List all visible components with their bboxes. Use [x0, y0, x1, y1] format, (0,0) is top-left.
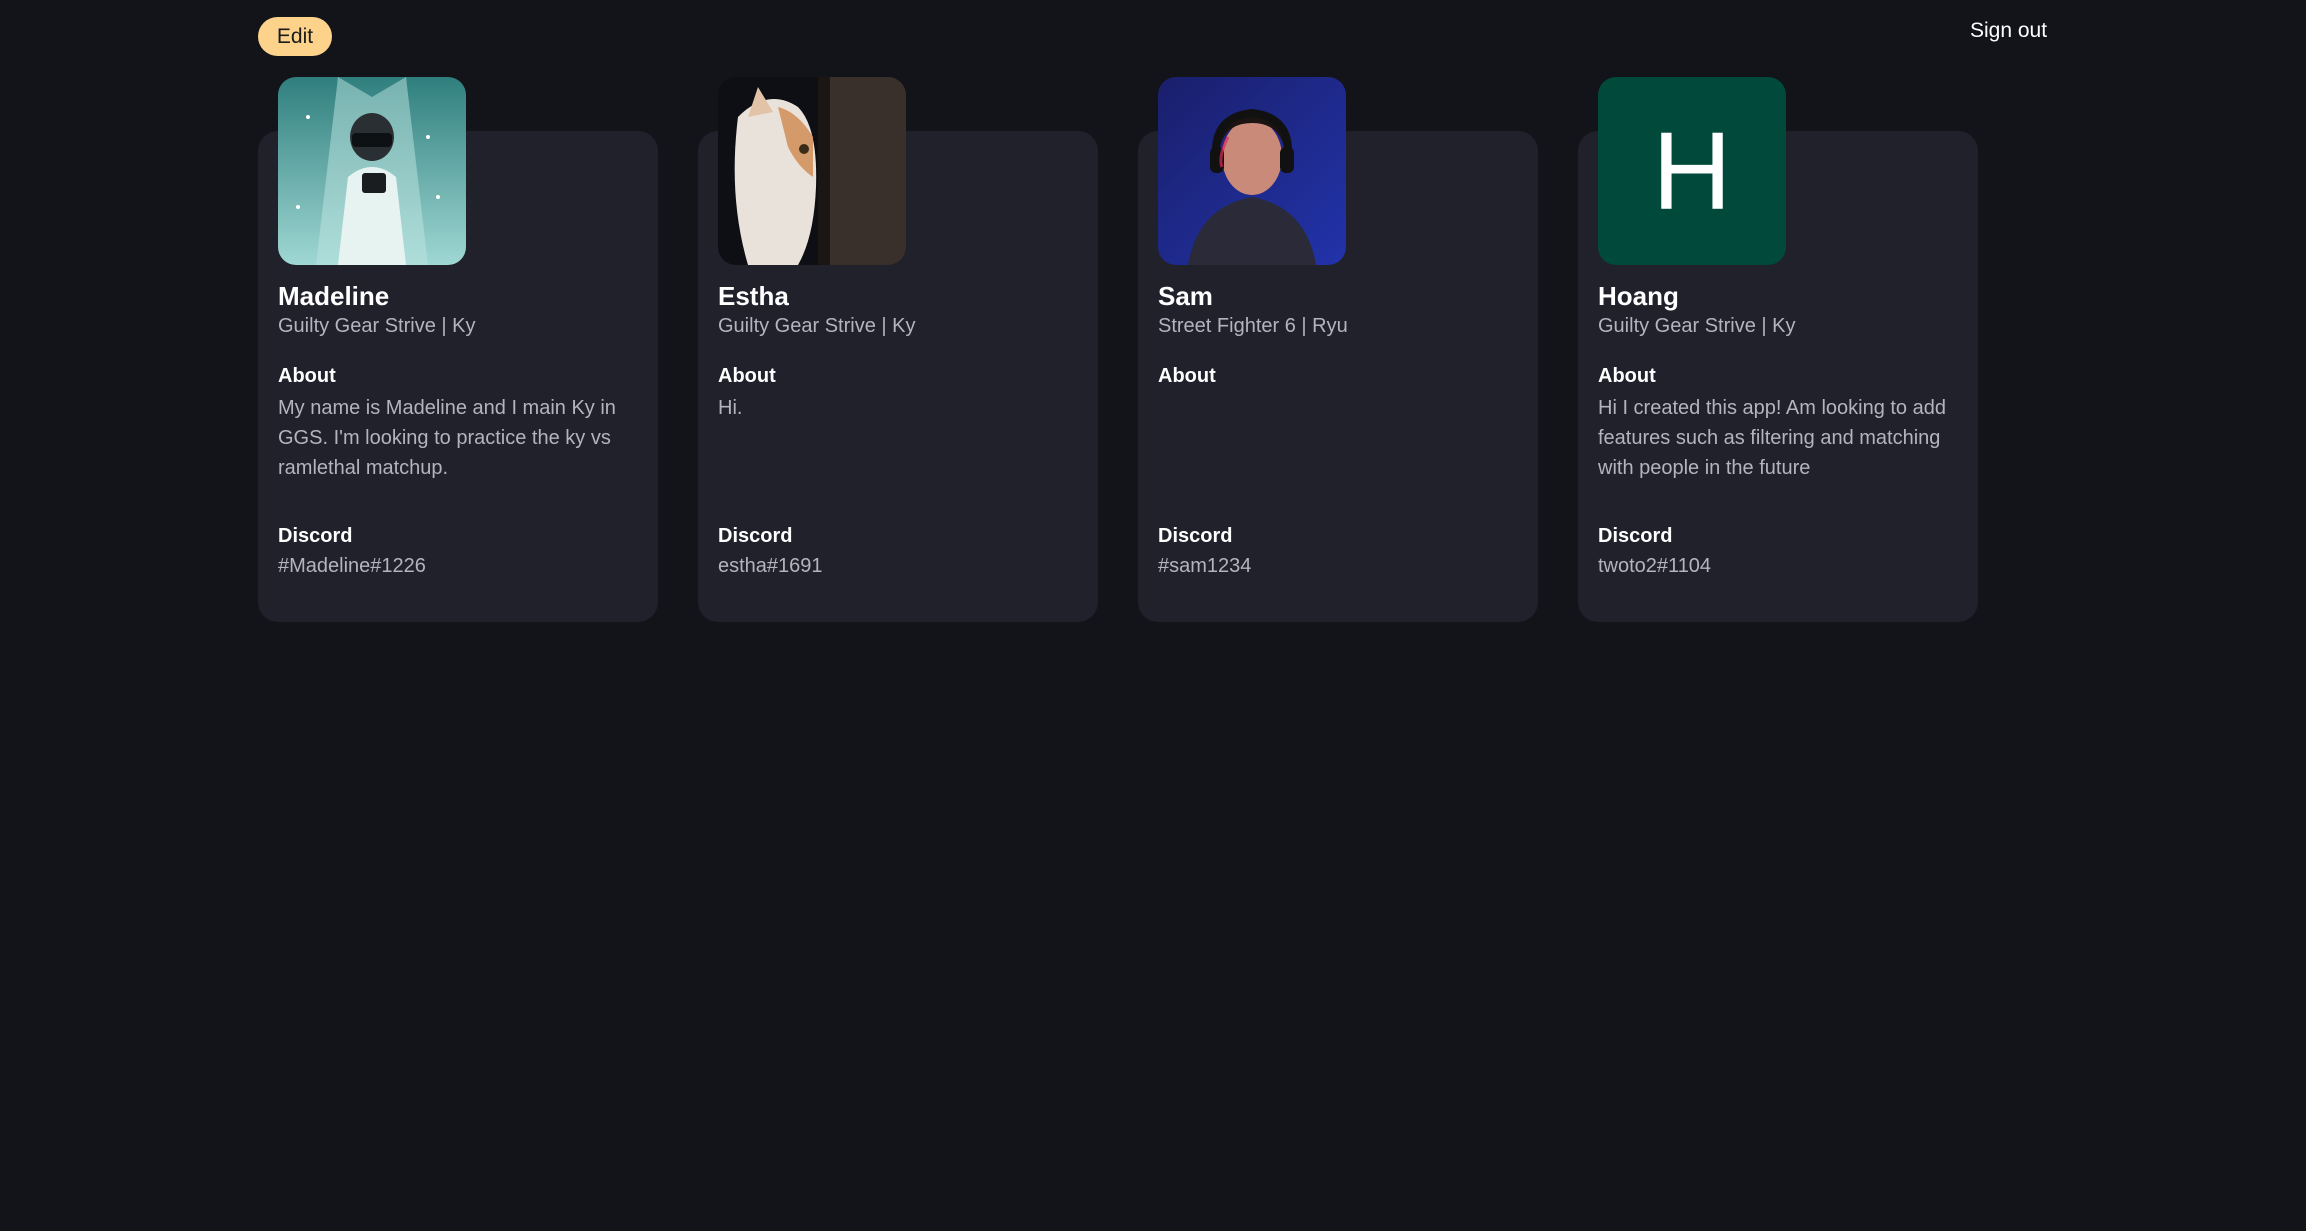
discord-label: Discord — [1598, 525, 1673, 547]
profile-avatar-sam — [1158, 77, 1346, 265]
about-label: About — [1158, 365, 1216, 387]
discord-handle: #Madeline#1226 — [278, 555, 426, 577]
about-label: About — [1598, 365, 1656, 387]
about-text: Hi. — [718, 397, 743, 419]
profile-name: Estha — [718, 281, 789, 311]
discord-label: Discord — [718, 525, 793, 547]
sign-out-link[interactable]: Sign out — [1970, 19, 2047, 43]
profile-name: Hoang — [1598, 281, 1679, 311]
profile-name: Madeline — [278, 281, 390, 311]
profile-avatar-estha — [718, 77, 906, 265]
discord-handle: #sam1234 — [1158, 555, 1252, 577]
profile-avatar-madeline — [278, 77, 466, 265]
discord-handle: estha#1691 — [718, 555, 823, 577]
profile-game: Guilty Gear Strive | Ky — [718, 315, 916, 337]
profile-name: Sam — [1158, 281, 1213, 311]
profile-game: Street Fighter 6 | Ryu — [1158, 315, 1348, 337]
profile-game: Guilty Gear Strive | Ky — [278, 315, 476, 337]
about-label: About — [718, 365, 776, 387]
discord-handle: twoto2#1104 — [1598, 555, 1712, 577]
about-text: My name is Madeline and I main Ky in GGS… — [278, 397, 616, 479]
discord-label: Discord — [278, 525, 353, 547]
profile-game: Guilty Gear Strive | Ky — [1598, 315, 1796, 337]
discord-label: Discord — [1158, 525, 1233, 547]
about-text: Hi I created this app! Am looking to add… — [1598, 397, 1946, 479]
profile-avatar-hoang: H — [1598, 77, 1786, 265]
top-bar: Edit Sign out — [0, 0, 2306, 70]
edit-button[interactable]: Edit — [258, 17, 332, 56]
about-label: About — [278, 365, 336, 387]
